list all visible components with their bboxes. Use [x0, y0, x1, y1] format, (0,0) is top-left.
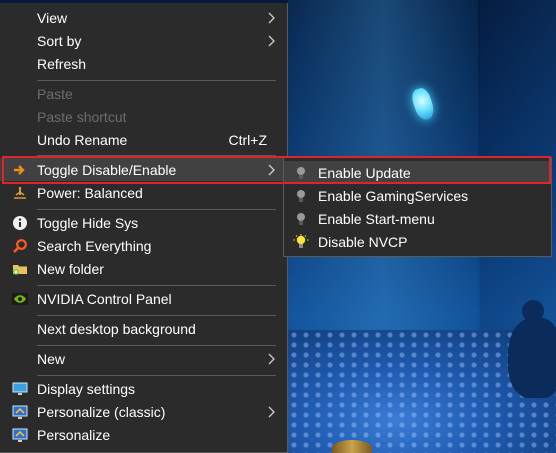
- menu-item-label: Paste: [37, 85, 73, 102]
- bulb-off-icon: [297, 189, 305, 202]
- menu-item-label: Toggle Disable/Enable: [37, 161, 177, 178]
- menu-item-label: View: [37, 9, 68, 26]
- menu-item-sort-by[interactable]: Sort by: [0, 29, 287, 52]
- menu-item-new-folder[interactable]: New folder: [0, 257, 287, 280]
- menu-item-undo-rename[interactable]: Undo Rename Ctrl+Z: [0, 128, 287, 151]
- submenu-item-enable-gamingservices[interactable]: Enable GamingServices: [284, 184, 551, 207]
- menu-item-new[interactable]: New: [0, 347, 287, 370]
- menu-item-shortcut: Ctrl+Z: [228, 131, 268, 148]
- menu-item-label: Personalize (classic): [37, 403, 166, 420]
- menu-separator: [37, 155, 276, 156]
- menu-separator: [37, 80, 276, 81]
- menu-item-label: Refresh: [37, 55, 87, 72]
- menu-item-next-desktop-background[interactable]: Next desktop background: [0, 317, 287, 340]
- wallpaper-creature: [508, 318, 556, 398]
- magnifier-icon: [11, 237, 29, 255]
- chevron-right-icon: [268, 406, 275, 417]
- menu-item-refresh[interactable]: Refresh: [0, 52, 287, 75]
- menu-item-label: Sort by: [37, 32, 82, 49]
- menu-item-toggle-disable-enable[interactable]: Toggle Disable/Enable: [0, 158, 287, 181]
- bulb-off-icon: [297, 212, 305, 225]
- submenu-item-enable-update[interactable]: Enable Update: [284, 161, 551, 184]
- submenu-item-label: Enable Start-menu: [318, 210, 435, 227]
- menu-item-label: Paste shortcut: [37, 108, 127, 125]
- chevron-right-icon: [268, 35, 275, 46]
- menu-item-nvidia-control-panel[interactable]: NVIDIA Control Panel: [0, 287, 287, 310]
- menu-item-view[interactable]: View: [0, 6, 287, 29]
- power-plan-icon: [11, 184, 29, 202]
- chevron-right-icon: [268, 12, 275, 23]
- menu-item-toggle-hide-sys[interactable]: Toggle Hide Sys: [0, 211, 287, 234]
- menu-separator: [37, 315, 276, 316]
- folder-icon: [11, 260, 29, 278]
- menu-item-label: Search Everything: [37, 237, 152, 254]
- menu-item-power-plan[interactable]: Power: Balanced: [0, 181, 287, 204]
- menu-item-label: Toggle Hide Sys: [37, 214, 139, 231]
- menu-item-label: New folder: [37, 260, 104, 277]
- menu-item-label: New: [37, 350, 66, 367]
- menu-separator: [37, 375, 276, 376]
- display-icon: [11, 380, 29, 398]
- info-icon: [11, 214, 29, 232]
- toggle-submenu: Enable Update Enable GamingServices Enab…: [283, 157, 552, 257]
- menu-item-display-settings[interactable]: Display settings: [0, 377, 287, 400]
- menu-separator: [37, 209, 276, 210]
- menu-item-label: Next desktop background: [37, 320, 196, 337]
- menu-separator: [37, 285, 276, 286]
- menu-item-label: NVIDIA Control Panel: [37, 290, 172, 307]
- orange-arrow-icon: [11, 161, 29, 179]
- menu-item-label: Undo Rename: [37, 131, 128, 148]
- nvidia-icon: [11, 290, 29, 308]
- submenu-item-label: Disable NVCP: [318, 233, 408, 250]
- menu-item-label: Display settings: [37, 380, 136, 397]
- chevron-right-icon: [268, 353, 275, 364]
- menu-item-paste: Paste: [0, 82, 287, 105]
- menu-item-search-everything[interactable]: Search Everything: [0, 234, 287, 257]
- submenu-item-enable-start-menu[interactable]: Enable Start-menu: [284, 207, 551, 230]
- submenu-item-disable-nvcp[interactable]: Disable NVCP: [284, 230, 551, 253]
- bulb-off-icon: [297, 166, 305, 179]
- submenu-item-label: Enable GamingServices: [318, 187, 469, 204]
- menu-item-personalize-classic[interactable]: Personalize (classic): [0, 400, 287, 423]
- menu-item-label: Personalize: [37, 426, 111, 443]
- menu-item-personalize[interactable]: Personalize: [0, 423, 287, 446]
- menu-item-paste-shortcut: Paste shortcut: [0, 105, 287, 128]
- menu-item-label: Power: Balanced: [37, 184, 143, 201]
- bulb-on-icon: [293, 233, 309, 248]
- menu-separator: [37, 345, 276, 346]
- personalize-icon: [11, 426, 29, 444]
- desktop-context-menu: View Sort by Refresh Paste Paste shortcu…: [0, 3, 288, 453]
- submenu-item-label: Enable Update: [318, 164, 411, 181]
- personalize-icon: [11, 403, 29, 421]
- wallpaper-plant: [332, 440, 372, 453]
- chevron-right-icon: [268, 164, 275, 175]
